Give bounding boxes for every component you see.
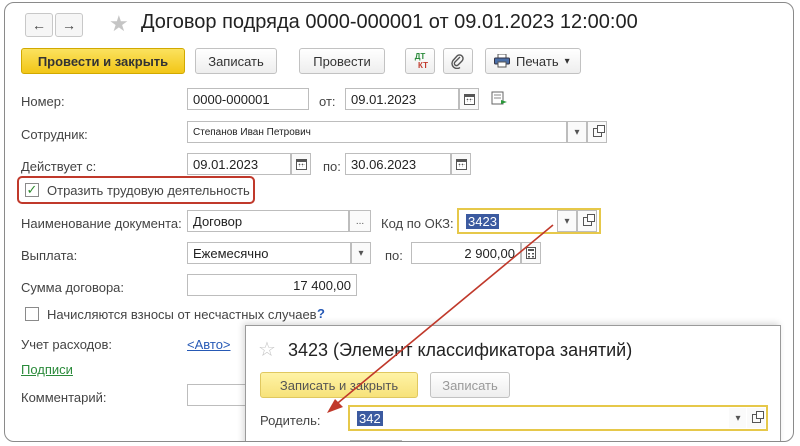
date-input[interactable]: 09.01.2023: [345, 88, 459, 110]
employee-input[interactable]: Степанов Иван Петрович: [187, 121, 567, 143]
okz-label: Код по ОКЗ:: [381, 216, 454, 231]
signatures-link[interactable]: Подписи: [21, 362, 73, 377]
checkmark-icon: ✓: [26, 182, 38, 197]
calculator-button[interactable]: [521, 242, 541, 264]
payment-amount-input[interactable]: 2 900,00: [411, 242, 521, 264]
open-icon: [592, 124, 605, 137]
print-button[interactable]: Печать ▾: [485, 48, 581, 74]
okz-dropdown-button[interactable]: ▾: [557, 210, 577, 232]
ellipsis-icon: ...: [355, 215, 365, 227]
print-label: Печать: [516, 53, 559, 69]
valid-to-input[interactable]: 30.06.2023: [345, 153, 451, 175]
open-icon: [751, 410, 764, 423]
chevron-down-icon: ▾: [735, 412, 741, 424]
partial-field: [350, 440, 402, 441]
calculator-icon: [526, 247, 536, 259]
arrow-left-icon: ←: [32, 17, 46, 33]
numbering-settings-icon[interactable]: [491, 91, 509, 107]
contract-sum-label: Сумма договора:: [21, 280, 125, 295]
arrow-right-icon: →: [62, 17, 76, 33]
favorite-star-icon[interactable]: ☆: [258, 340, 276, 360]
dt-icon: ДТ: [414, 52, 426, 61]
comment-label: Комментарий:: [21, 390, 107, 405]
dt-kt-button[interactable]: ДТ КТ: [405, 48, 435, 74]
number-input[interactable]: 0000-000001: [187, 88, 309, 110]
parent-label: Родитель:: [260, 413, 321, 428]
payment-select[interactable]: Ежемесячно: [187, 242, 351, 264]
calendar-button[interactable]: [459, 88, 479, 110]
printer-icon: [494, 54, 510, 68]
valid-to-label: по:: [323, 159, 341, 174]
paperclip-icon: [451, 54, 464, 69]
labor-activity-label: Отразить трудовую деятельность: [47, 183, 250, 198]
back-button[interactable]: ←: [25, 13, 53, 37]
kt-icon: КТ: [418, 61, 428, 70]
chevron-down-icon: ▾: [564, 55, 570, 67]
labor-activity-checkbox[interactable]: ✓: [25, 182, 39, 197]
window-title: Договор подряда 0000-000001 от 09.01.202…: [141, 11, 638, 33]
favorite-star-icon[interactable]: ★: [109, 13, 129, 35]
save-button[interactable]: Записать: [195, 48, 277, 74]
forward-button[interactable]: →: [55, 13, 83, 37]
okz-value: 3423: [466, 213, 499, 229]
calendar-icon: [455, 158, 467, 170]
payment-dropdown-button[interactable]: ▾: [351, 242, 371, 264]
parent-open-button[interactable]: [746, 407, 766, 429]
parent-value: 342: [357, 410, 383, 426]
accident-fees-label: Начисляются взносы от несчастных случаев: [47, 307, 317, 322]
payment-label: Выплата:: [21, 248, 78, 263]
popup-save-close-button[interactable]: Записать и закрыть: [260, 372, 418, 398]
help-icon[interactable]: ?: [317, 306, 325, 321]
popup-save-button[interactable]: Записать: [430, 372, 510, 398]
employee-open-button[interactable]: [587, 121, 607, 143]
employee-dropdown-button[interactable]: ▾: [567, 121, 587, 143]
document-window: ← → ★ Договор подряда 0000-000001 от 09.…: [4, 2, 794, 442]
payment-to-label: по:: [385, 248, 403, 263]
valid-from-calendar-button[interactable]: [291, 153, 311, 175]
chevron-down-icon: ▾: [358, 247, 364, 259]
expenses-label: Учет расходов:: [21, 337, 112, 352]
chevron-down-icon: ▾: [564, 215, 570, 227]
doc-name-input[interactable]: Договор: [187, 210, 349, 232]
calendar-icon: [463, 93, 475, 105]
post-and-close-button[interactable]: Провести и закрыть: [21, 48, 185, 74]
doc-name-select-button[interactable]: ...: [349, 210, 371, 232]
expenses-auto-link[interactable]: <Авто>: [187, 337, 231, 352]
okz-input[interactable]: 3423: [460, 210, 556, 232]
employee-label: Сотрудник:: [21, 127, 88, 142]
classifier-popup: ☆ 3423 (Элемент классификатора занятий) …: [245, 325, 781, 441]
okz-open-button[interactable]: [577, 210, 597, 232]
parent-input[interactable]: 342: [351, 407, 727, 429]
valid-to-calendar-button[interactable]: [451, 153, 471, 175]
post-button[interactable]: Провести: [299, 48, 385, 74]
contract-sum-input[interactable]: 17 400,00: [187, 274, 357, 296]
number-label: Номер:: [21, 94, 65, 109]
chevron-down-icon: ▾: [574, 126, 580, 138]
parent-dropdown-button[interactable]: ▾: [728, 407, 748, 429]
open-icon: [582, 213, 595, 226]
calendar-icon: [295, 158, 307, 170]
popup-title: 3423 (Элемент классификатора занятий): [288, 340, 633, 360]
date-from-label: от:: [319, 94, 336, 109]
doc-name-label: Наименование документа:: [21, 216, 182, 231]
attach-button[interactable]: [443, 48, 473, 74]
valid-from-input[interactable]: 09.01.2023: [187, 153, 291, 175]
valid-from-label: Действует с:: [21, 159, 97, 174]
accident-fees-checkbox[interactable]: [25, 307, 39, 321]
